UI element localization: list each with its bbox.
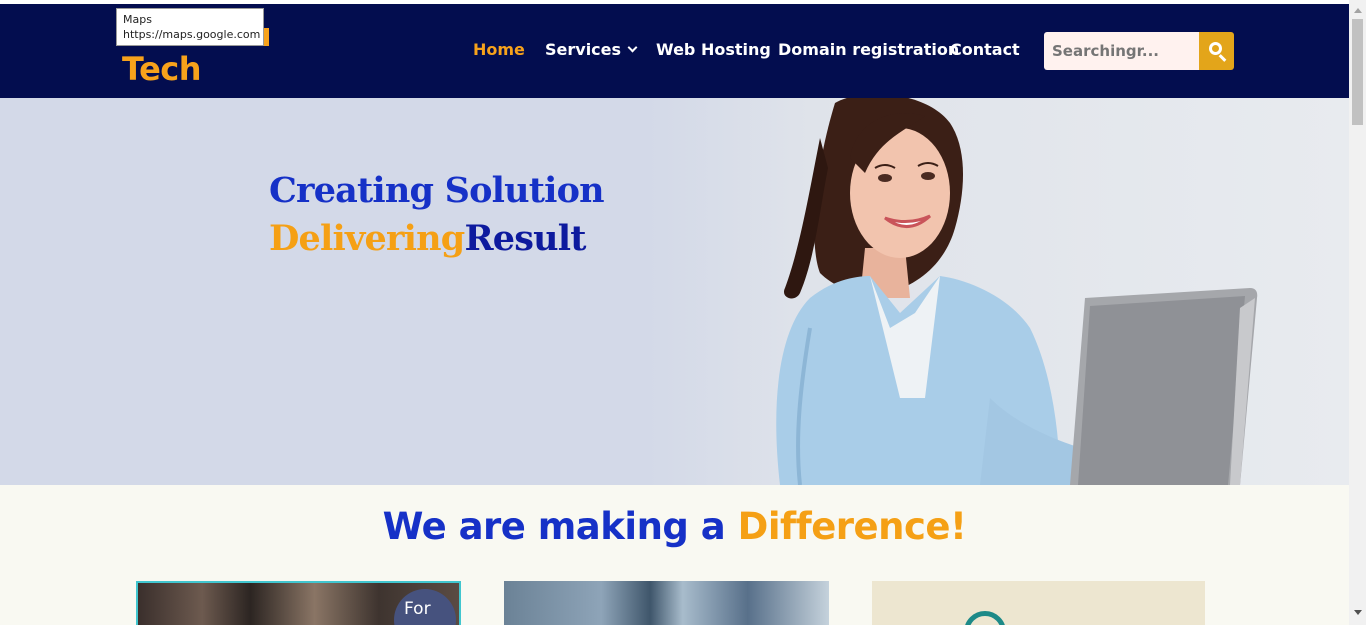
scroll-down-arrow-icon[interactable] xyxy=(1354,610,1362,615)
card-badge: For xyxy=(394,589,456,625)
nav-services-label: Services xyxy=(545,40,622,59)
scroll-up-arrow-icon[interactable] xyxy=(1354,8,1362,13)
service-card-2[interactable] xyxy=(504,581,829,625)
hero-banner: Creating Solution DeliveringResult xyxy=(0,98,1349,485)
tooltip-title: Maps xyxy=(123,13,152,26)
hero-highlight: Delivering xyxy=(269,218,465,259)
nav-web-hosting[interactable]: Web Hosting xyxy=(656,40,771,64)
service-card-1[interactable]: For xyxy=(136,581,461,625)
chevron-down-icon xyxy=(627,42,638,53)
search-input[interactable] xyxy=(1044,32,1200,70)
hero-line-1: Creating Solution xyxy=(269,170,605,211)
tooltip-url: https://maps.google.com xyxy=(123,28,261,41)
site-logo[interactable]: Tech xyxy=(122,50,202,88)
nav-contact[interactable]: Contact xyxy=(950,40,1020,64)
card-logo-ring xyxy=(964,611,1006,625)
hero-line-2: DeliveringResult xyxy=(269,218,586,259)
nav-home[interactable]: Home xyxy=(473,40,525,64)
section-heading-highlight: Difference! xyxy=(737,505,967,548)
hero-line-2-end: Result xyxy=(464,218,586,259)
search-button[interactable] xyxy=(1199,32,1234,70)
link-tooltip: Maps https://maps.google.com xyxy=(116,8,264,46)
service-card-3[interactable] xyxy=(872,581,1205,625)
nav-domain-registration[interactable]: Domain registration xyxy=(778,40,959,64)
scrollbar-thumb[interactable] xyxy=(1352,19,1363,125)
hero-woman-with-laptop-image xyxy=(776,98,1258,485)
section-heading: We are making a Difference! xyxy=(0,505,1349,548)
section-heading-main: We are making a xyxy=(382,505,738,548)
page: Tech Maps https://maps.google.com Home S… xyxy=(0,0,1366,625)
nav-services[interactable]: Services xyxy=(545,40,638,64)
